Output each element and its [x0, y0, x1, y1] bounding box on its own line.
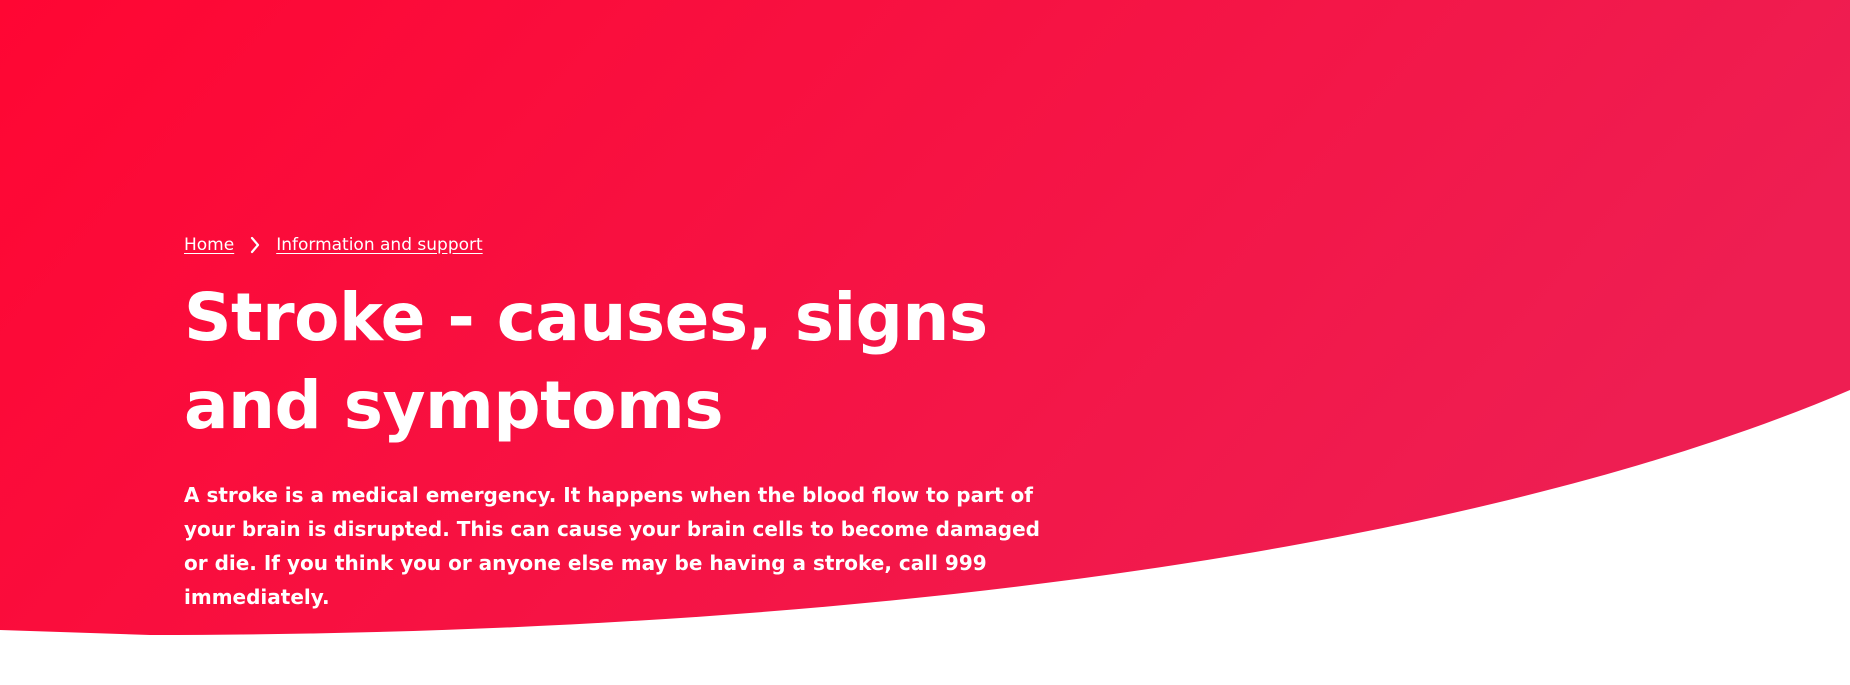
breadcrumb-information-support-link[interactable]: Information and support: [276, 230, 482, 260]
intro-text: A stroke is a medical emergency. It happ…: [184, 483, 1040, 609]
page-title: Stroke - causes, signs and symptoms: [184, 279, 988, 444]
hero-banner: Home Information and support Stroke - ca…: [0, 0, 1850, 685]
breadcrumb-home-link[interactable]: Home: [184, 230, 234, 260]
chevron-right-icon: [240, 236, 270, 254]
hero-content: Home Information and support Stroke - ca…: [184, 230, 1084, 614]
breadcrumb: Home Information and support: [184, 230, 1084, 260]
